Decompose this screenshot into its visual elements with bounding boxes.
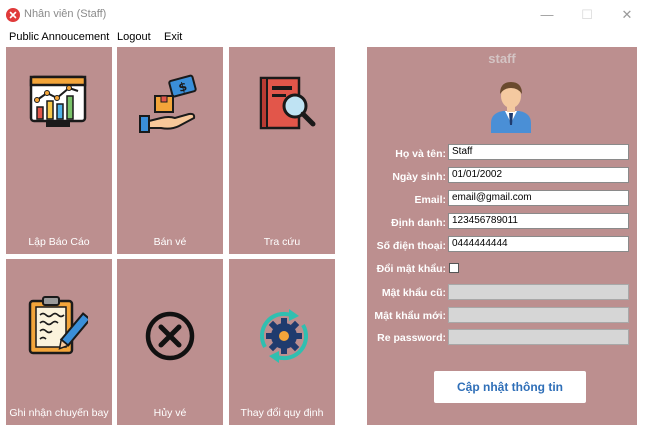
menu-exit[interactable]: Exit	[164, 31, 182, 43]
profile-title: staff	[488, 51, 516, 66]
new-password-label: Mật khẩu mới:	[374, 310, 446, 322]
tile-lookup[interactable]: Tra cứu	[229, 47, 335, 254]
minimize-button[interactable]: —	[532, 5, 562, 25]
menu-bar: Public Annoucement Logout Exit	[0, 30, 645, 46]
title-bar: Nhân viên (Staff) — ☐ ✕	[0, 0, 645, 30]
phone-field[interactable]: 0444444444	[448, 236, 629, 252]
tile-report[interactable]: Lập Báo Cáo	[6, 47, 112, 254]
menu-logout[interactable]: Logout	[117, 31, 151, 43]
maximize-button[interactable]: ☐	[572, 5, 602, 25]
new-password-field[interactable]	[448, 307, 629, 323]
tile-cancel-ticket-label: Hủy vé	[153, 407, 187, 419]
id-field[interactable]: 123456789011	[448, 213, 629, 229]
tile-sell-ticket-label: Bán vé	[153, 236, 187, 248]
cancel-x-icon	[145, 311, 195, 361]
email-label: Email:	[414, 194, 446, 206]
profile-panel: staff Họ và tên: Staff Ngày sinh: 01/01/…	[367, 47, 637, 425]
change-password-checkbox[interactable]	[449, 263, 459, 273]
staff-avatar-icon	[491, 82, 531, 133]
re-password-field[interactable]	[448, 329, 629, 345]
tile-change-rules[interactable]: Thay đổi quy định	[229, 259, 335, 425]
tile-lookup-label: Tra cứu	[263, 236, 301, 248]
book-search-icon	[259, 76, 316, 130]
app-close-badge-icon	[6, 8, 20, 22]
tile-flight-record[interactable]: Ghi nhận chuyến bay	[6, 259, 112, 425]
report-chart-icon	[29, 75, 87, 127]
tile-sell-ticket[interactable]: $ Bán vé	[117, 47, 223, 254]
birthdate-value: 01/01/2002	[452, 169, 503, 180]
id-label: Định danh:	[391, 217, 446, 229]
name-field[interactable]: Staff	[448, 144, 629, 160]
email-field[interactable]: email@gmail.com	[448, 190, 629, 206]
old-password-label: Mật khẩu cũ:	[381, 287, 446, 299]
tile-report-label: Lập Báo Cáo	[28, 236, 90, 248]
update-info-button[interactable]: Cập nhật thông tin	[434, 371, 586, 403]
close-button[interactable]: ✕	[612, 5, 642, 25]
name-label: Họ và tên:	[395, 148, 446, 160]
menu-public-announcement[interactable]: Public Annoucement	[9, 31, 109, 43]
birthdate-picker[interactable]: 01/01/2002	[448, 167, 629, 183]
sell-ticket-icon: $	[139, 74, 197, 133]
tile-flight-record-label: Ghi nhận chuyến bay	[9, 407, 109, 419]
tile-change-rules-label: Thay đổi quy định	[240, 407, 324, 419]
old-password-field[interactable]	[448, 284, 629, 300]
gear-refresh-icon	[259, 309, 309, 363]
tile-cancel-ticket[interactable]: Hủy vé	[117, 259, 223, 425]
change-password-label: Đổi mật khẩu:	[376, 263, 446, 275]
window-title: Nhân viên (Staff)	[24, 8, 107, 20]
birthdate-label: Ngày sinh:	[392, 171, 446, 183]
re-password-label: Re password:	[377, 332, 446, 344]
clipboard-pen-icon	[28, 296, 88, 355]
phone-label: Số điện thoại:	[376, 240, 446, 252]
